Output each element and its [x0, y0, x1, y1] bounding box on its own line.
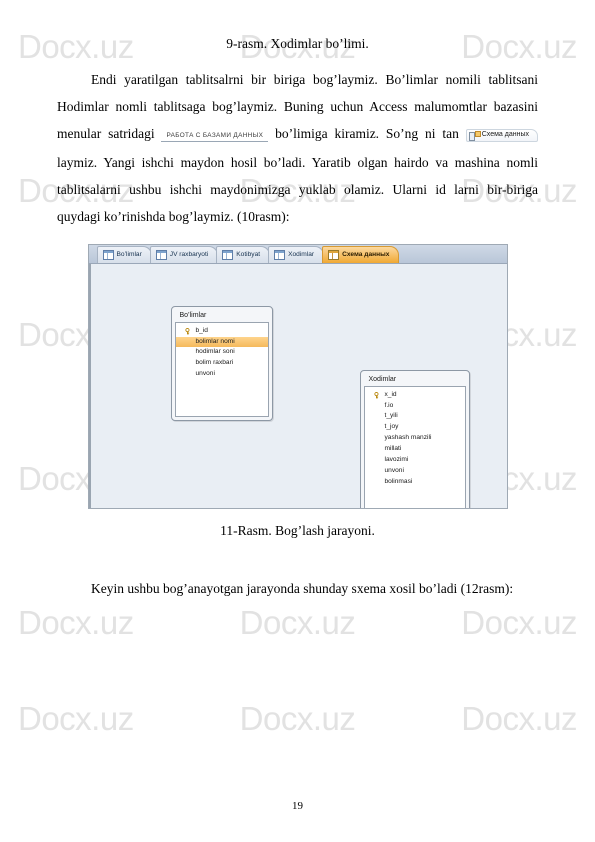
paragraph-one: Endi yaratilgan tablitsalrni bir biriga …	[57, 66, 539, 229]
table-icon	[274, 249, 286, 260]
watermark-row: Docx.uz Docx.uz Docx.uz	[0, 700, 595, 738]
table-icon	[155, 249, 167, 260]
tab-label: Схема данных	[342, 251, 390, 259]
tab-label: Bo’limlar	[116, 251, 142, 259]
tab-label: JV raxbaryoti	[169, 251, 209, 259]
table-field-label: f.io	[384, 401, 394, 409]
tab-xodimlar[interactable]: Xodimlar	[268, 245, 325, 263]
relationships-canvas[interactable]: Bo’limlar b_id bolimlar nomi hodimlar so…	[88, 263, 507, 508]
table-box-bolimlar[interactable]: Bo’limlar b_id bolimlar nomi hodimlar so…	[170, 305, 273, 421]
primary-key-icon	[184, 327, 190, 335]
watermark-text: Docx.uz	[461, 604, 577, 641]
relationships-ribbon-button[interactable]: Схема данных	[465, 128, 539, 142]
table-field-label: b_id	[195, 326, 208, 334]
table-field-label: yashash manzili	[384, 434, 432, 442]
paragraph-two-text: Keyin ushbu bog’anayotgan jarayonda shun…	[91, 580, 514, 596]
access-tab-bar: Bo’limlar JV raxbaryoti Kotibyat Xodimla…	[88, 244, 507, 264]
ribbon-group-chip[interactable]: РАБОТА С БАЗАМИ ДАННЫХ	[161, 122, 269, 149]
table-field-list: x_id f.io t_yili t_joy yashash manzili m…	[363, 385, 466, 508]
table-field-row[interactable]: lavozimi	[365, 455, 465, 466]
table-field-row-empty	[176, 402, 268, 413]
table-field-row[interactable]: b_id	[176, 326, 268, 337]
table-field-label: millati	[384, 445, 402, 453]
table-field-row[interactable]: unvoni	[365, 466, 465, 477]
table-field-row-empty	[365, 488, 465, 499]
page-body: 9-rasm. Xodimlar bo’limi. Endi yaratilga…	[0, 0, 595, 602]
paragraph-one-segment-c: laymiz. Yangi ishchi maydon hosil bo’lad…	[57, 154, 538, 224]
table-field-label: lavozimi	[384, 456, 409, 463]
table-field-label: unvoni	[384, 466, 404, 474]
table-field-row[interactable]: bolimlar nomi	[175, 336, 268, 348]
page-number: 19	[292, 800, 303, 812]
table-field-row[interactable]: yashash manzili	[365, 433, 465, 444]
table-field-row[interactable]: t_yili	[365, 411, 465, 422]
tab-shema-dannyh[interactable]: Схема данных	[322, 245, 400, 263]
table-icon	[222, 249, 234, 260]
tab-jv-raxbaryoti[interactable]: JV raxbaryoti	[149, 245, 219, 263]
table-field-row-empty	[176, 391, 268, 402]
watermark-row: Docx.uz Docx.uz Docx.uz	[0, 604, 595, 642]
table-field-row[interactable]: bolim raxbari	[176, 358, 268, 369]
access-screenshot: Bo’limlar JV raxbaryoti Kotibyat Xodimla…	[87, 243, 508, 509]
table-field-row[interactable]: t_joy	[365, 422, 465, 433]
tab-label: Xodimlar	[288, 251, 315, 259]
table-field-row[interactable]: unvoni	[176, 369, 268, 380]
table-field-row[interactable]: hodimlar soni	[176, 347, 268, 358]
table-box-title: Bo’limlar	[179, 311, 207, 319]
watermark-text: Docx.uz	[18, 604, 134, 641]
table-field-list: b_id bolimlar nomi hodimlar soni bolim r…	[174, 321, 269, 417]
table-field-label: x_id	[384, 390, 397, 398]
table-field-label: t_joy	[384, 423, 399, 431]
table-field-label: bolinmasi	[384, 477, 413, 485]
figure-caption-bottom: 11-Rasm. Bog’lash jarayoni.	[220, 522, 375, 538]
primary-key-icon	[373, 391, 379, 399]
figure-caption-top: 9-rasm. Xodimlar bo’limi.	[226, 36, 369, 51]
paragraph-two: Keyin ushbu bog’anayotgan jarayonda shun…	[57, 575, 538, 602]
relationships-icon	[328, 249, 340, 260]
watermark-text: Docx.uz	[239, 604, 356, 641]
table-field-label: bolim raxbari	[195, 359, 234, 367]
table-field-row[interactable]: x_id	[365, 390, 465, 401]
watermark-text: Docx.uz	[239, 700, 356, 737]
relationships-icon	[468, 130, 481, 141]
table-field-label: bolimlar nomi	[195, 337, 235, 345]
table-icon	[102, 249, 114, 260]
table-field-label: hodimlar soni	[195, 348, 235, 356]
tab-bolimlar[interactable]: Bo’limlar	[96, 245, 152, 263]
tab-label: Kotibyat	[236, 251, 261, 259]
ribbon-group-label: РАБОТА С БАЗАМИ ДАННЫХ	[161, 132, 269, 142]
watermark-text: Docx.uz	[461, 700, 577, 737]
table-field-row-empty	[176, 380, 268, 391]
table-field-row[interactable]: f.io	[365, 401, 465, 412]
ribbon-button-label: Схема данных	[481, 131, 530, 139]
tab-kotibyat[interactable]: Kotibyat	[216, 245, 271, 263]
table-field-label: unvoni	[195, 370, 215, 378]
table-field-row[interactable]: bolinmasi	[365, 477, 465, 488]
table-field-row-empty	[365, 499, 465, 508]
watermark-text: Docx.uz	[18, 700, 134, 737]
table-field-row[interactable]: millati	[365, 444, 465, 455]
table-box-title: Xodimlar	[368, 375, 397, 383]
paragraph-one-segment-b: bo’limiga kiramiz. So’ng ni tan	[275, 126, 459, 142]
table-field-label: t_yili	[384, 412, 398, 420]
table-box-xodimlar[interactable]: Xodimlar x_id f.io t_yili t_joy yashash …	[359, 369, 470, 508]
